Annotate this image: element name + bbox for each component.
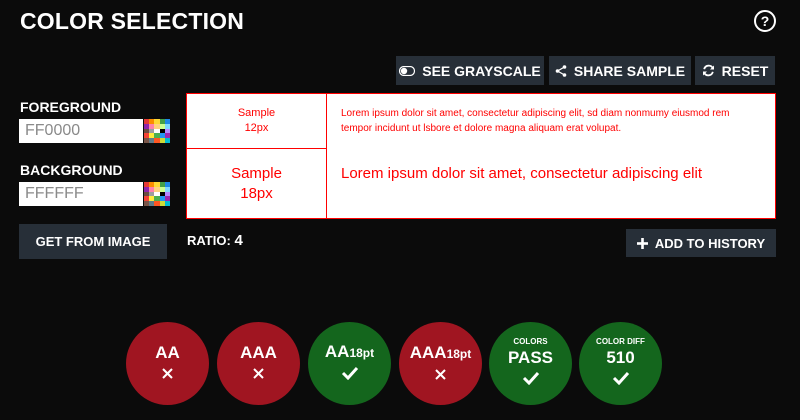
- cross-icon: [162, 366, 173, 384]
- palette-swatch: [164, 201, 170, 206]
- add-to-history-button[interactable]: ADD TO HISTORY: [626, 229, 776, 257]
- sample-18px: Sample 18px: [187, 149, 327, 219]
- result-badge-6: COLOR DIFF 510: [579, 322, 662, 405]
- plus-icon: [636, 237, 648, 249]
- add-to-history-label: ADD TO HISTORY: [654, 235, 766, 251]
- badge-suffix: 18pt: [446, 346, 472, 361]
- badge-label: AAA18pt: [409, 342, 472, 362]
- ratio-label: RATIO:: [187, 233, 231, 248]
- share-sample-label: SHARE SAMPLE: [573, 62, 686, 79]
- sample-12px-line2: 12px: [244, 122, 269, 134]
- help-circle-icon[interactable]: ?: [754, 10, 776, 32]
- foreground-label: FOREGROUND: [20, 99, 122, 115]
- sample-18px-line2: 18px: [240, 185, 273, 202]
- badge-caption: COLORS: [513, 337, 548, 346]
- badge-label: 510: [606, 348, 635, 367]
- sample-preview: Sample 12px Sample 18px Lorem ipsum dolo…: [186, 93, 776, 219]
- palette-swatch: [164, 138, 170, 143]
- page-title: COLOR SELECTION: [20, 8, 245, 34]
- share-icon: [555, 64, 567, 77]
- sample-12px: Sample 12px: [187, 94, 327, 149]
- badge-label: PASS: [507, 348, 554, 367]
- get-from-image-button[interactable]: GET FROM IMAGE: [19, 224, 167, 259]
- see-grayscale-label: SEE GRAYSCALE: [422, 62, 541, 79]
- badge-label: AA18pt: [324, 342, 375, 361]
- result-badge-2: AAA: [217, 322, 300, 405]
- badge-label: AA: [155, 343, 180, 362]
- result-badge-3: AA18pt: [308, 322, 391, 405]
- reset-button[interactable]: RESET: [695, 56, 775, 85]
- check-icon: [522, 371, 540, 390]
- cross-icon: [435, 367, 446, 385]
- result-badge-4: AAA18pt: [399, 322, 482, 405]
- toggle-icon: [399, 65, 416, 76]
- lorem-small-text: Lorem ipsum dolor sit amet, consectetur …: [341, 108, 730, 134]
- sample-18px-line1: Sample: [231, 165, 282, 182]
- check-icon: [341, 366, 359, 385]
- badge-suffix: 18pt: [349, 346, 375, 360]
- badge-label: AAA: [240, 343, 277, 362]
- result-badge-5: COLORS PASS: [489, 322, 572, 405]
- share-sample-button[interactable]: SHARE SAMPLE: [549, 56, 691, 85]
- contrast-ratio: RATIO: 4: [187, 232, 243, 249]
- foreground-input[interactable]: [19, 119, 143, 143]
- see-grayscale-button[interactable]: SEE GRAYSCALE: [396, 56, 544, 85]
- refresh-icon: [702, 64, 714, 77]
- check-icon: [612, 371, 630, 390]
- result-badge-1: AA: [126, 322, 209, 405]
- foreground-palette-icon[interactable]: [144, 119, 170, 143]
- reset-label: RESET: [721, 62, 769, 79]
- lorem-large-text: Lorem ipsum dolor sit amet, consectetur …: [341, 165, 702, 182]
- badge-caption: COLOR DIFF: [596, 337, 645, 346]
- cross-icon: [253, 366, 264, 384]
- ratio-value: 4: [234, 232, 243, 249]
- background-label: BACKGROUND: [20, 162, 123, 178]
- background-input[interactable]: [19, 182, 143, 206]
- background-palette-icon[interactable]: [144, 182, 170, 206]
- sample-12px-line1: Sample: [237, 107, 276, 119]
